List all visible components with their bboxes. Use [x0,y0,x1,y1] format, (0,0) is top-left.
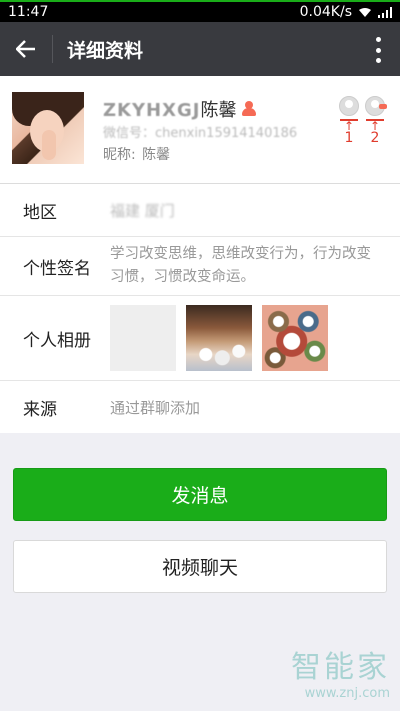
arrow-left-icon [16,40,35,58]
album-label: 个人相册 [23,330,91,351]
app-bar: 详细资料 [0,22,400,76]
annotation-1: ↑ 1 [338,96,360,145]
region-label: 地区 [23,202,57,223]
remark-name: 昵称: 陈馨 [103,147,171,163]
video-chat-button[interactable]: 视频聊天 [13,540,387,593]
signature-row: 个性签名 学习改变思维，思维改变行为，行为改变习惯，习惯改变命运。 [0,237,400,296]
album-photo[interactable] [110,305,176,371]
more-menu-icon[interactable] [376,37,382,63]
profile-card: ZKYHXGJ陈馨 微信号：chenxin15914140186 昵称: 陈馨 … [0,76,400,184]
status-bar: 11:47 0.04K/s [0,0,400,22]
wechat-id: 微信号：chenxin15914140186 [103,126,298,141]
profile-name-line: ZKYHXGJ陈馨 [103,96,257,122]
source-value: 通过群聊添加 [110,398,201,417]
album-photo[interactable] [186,305,252,371]
info-list: 地区 福建 厦门 个性签名 学习改变思维，思维改变行为，行为改变习惯，习惯改变命… [0,184,400,433]
region-value: 福建 厦门 [110,201,175,220]
album-thumbnails [110,305,328,371]
source-row: 来源 通过群聊添加 [0,381,400,433]
network-speed: 0.04K/s [299,4,352,20]
avatar[interactable] [12,92,84,164]
profile-nickname: ZKYHXGJ陈馨 [103,100,237,121]
send-message-button[interactable]: 发消息 [13,468,387,521]
region-row: 地区 福建 厦门 [0,184,400,237]
wifi-icon [359,7,371,17]
status-time: 11:47 [8,4,49,20]
signal-icon [378,6,392,18]
annotation-2: ↑ 2 [364,96,387,145]
remove-contact-icon[interactable] [365,96,387,116]
album-photo[interactable] [262,305,328,371]
status-indicators: 0.04K/s [300,4,392,20]
contact-icon[interactable] [339,96,359,116]
page-title: 详细资料 [67,39,144,62]
watermark: 智能家 www.znj.com [291,650,390,701]
signature-value: 学习改变思维，思维改变行为，行为改变习惯，习惯改变命运。 [110,246,371,285]
female-gender-icon [242,101,257,117]
album-row[interactable]: 个人相册 [0,296,400,381]
back-button[interactable] [0,22,52,76]
source-label: 来源 [23,399,57,420]
appbar-divider [52,35,53,63]
signature-label: 个性签名 [23,258,91,279]
